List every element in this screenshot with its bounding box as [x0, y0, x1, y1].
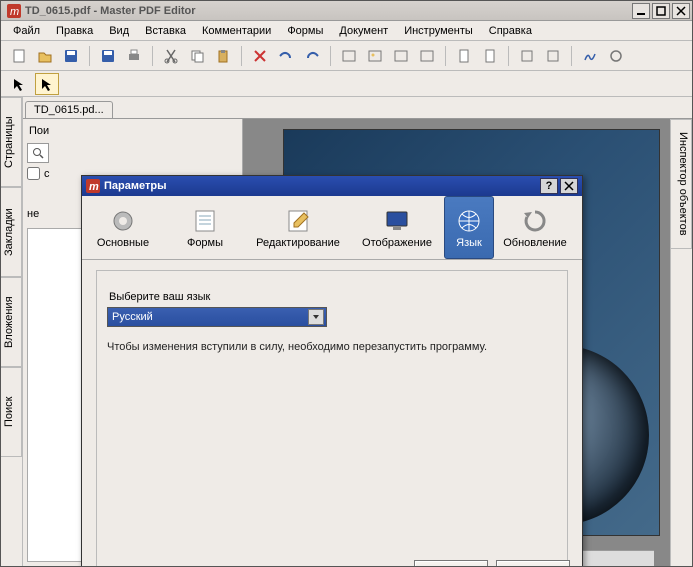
delete-button[interactable]	[248, 44, 272, 68]
tab-language[interactable]: Язык	[444, 196, 494, 259]
tab-forms-label: Формы	[187, 237, 223, 249]
toolbar-separator	[330, 46, 331, 66]
app-icon: m	[7, 4, 21, 18]
save-button[interactable]	[59, 44, 83, 68]
page-button[interactable]	[452, 44, 476, 68]
toolbar-separator	[241, 46, 242, 66]
close-button[interactable]	[672, 3, 690, 19]
language-restart-note: Чтобы изменения вступили в силу, необход…	[107, 341, 557, 353]
form-icon	[189, 207, 221, 235]
paste-button[interactable]	[211, 44, 235, 68]
maximize-button[interactable]	[652, 3, 670, 19]
window-title: TD_0615.pdf - Master PDF Editor	[25, 5, 196, 17]
insert-image-button[interactable]	[363, 44, 387, 68]
side-tab-attachments[interactable]: Вложения	[1, 277, 22, 367]
body-area: Страницы Закладки Вложения Поиск TD_0615…	[1, 97, 692, 566]
tab-general-label: Основные	[97, 237, 149, 249]
menu-file[interactable]: Файл	[5, 23, 48, 39]
signature-button[interactable]	[578, 44, 602, 68]
insert-link-button[interactable]	[389, 44, 413, 68]
language-select[interactable]: Русский	[107, 307, 327, 327]
new-doc-button[interactable]	[7, 44, 31, 68]
chevron-down-icon	[308, 309, 324, 325]
settings-dialog: m Параметры ? Основные Формы Редак	[81, 175, 583, 566]
edit-pointer-tool[interactable]	[35, 73, 59, 95]
side-tab-pages[interactable]: Страницы	[1, 97, 22, 187]
dialog-help-button[interactable]: ?	[540, 178, 558, 194]
toolbar-separator	[152, 46, 153, 66]
side-tab-inspector[interactable]: Инспектор объектов	[671, 119, 692, 249]
side-tab-bookmarks[interactable]: Закладки	[1, 187, 22, 277]
menu-comments[interactable]: Комментарии	[194, 23, 279, 39]
toolbar-separator	[445, 46, 446, 66]
minimize-button[interactable]	[632, 3, 650, 19]
menu-document[interactable]: Документ	[331, 23, 396, 39]
ok-button[interactable]: OK	[414, 560, 488, 566]
dialog-titlebar: m Параметры ?	[82, 176, 582, 196]
tab-forms[interactable]: Формы	[164, 196, 246, 259]
titlebar: m TD_0615.pdf - Master PDF Editor	[1, 1, 692, 21]
tab-edit-label: Редактирование	[256, 237, 340, 249]
menu-insert[interactable]: Вставка	[137, 23, 194, 39]
menu-help[interactable]: Справка	[481, 23, 540, 39]
copy-button[interactable]	[185, 44, 209, 68]
svg-text:m: m	[10, 6, 19, 18]
pointer-tool[interactable]	[7, 73, 31, 95]
insert-text-button[interactable]	[337, 44, 361, 68]
language-select-value: Русский	[112, 311, 153, 323]
menu-forms[interactable]: Формы	[279, 23, 331, 39]
side-panel-checkbox[interactable]	[27, 167, 40, 180]
dialog-buttons: OK Cancel	[414, 560, 570, 566]
open-button[interactable]	[33, 44, 57, 68]
dialog-body: Выберите ваш язык Русский Чтобы изменени…	[82, 260, 582, 566]
search-icon-box[interactable]	[27, 143, 49, 163]
language-label: Выберите ваш язык	[109, 291, 557, 303]
language-fieldset: Выберите ваш язык Русский Чтобы изменени…	[96, 270, 568, 566]
dialog-close-button[interactable]	[560, 178, 578, 194]
document-tabs: TD_0615.pd...	[23, 97, 692, 119]
save-as-button[interactable]	[96, 44, 120, 68]
main-toolbar	[1, 41, 692, 71]
tab-update[interactable]: Обновление	[494, 196, 576, 259]
menu-edit[interactable]: Правка	[48, 23, 101, 39]
side-panel-title: Пои	[27, 123, 238, 139]
toolbar-separator	[89, 46, 90, 66]
globe-icon	[453, 207, 485, 235]
menu-tools[interactable]: Инструменты	[396, 23, 481, 39]
tab-display-label: Отображение	[362, 237, 432, 249]
select-tool-button[interactable]	[541, 44, 565, 68]
dialog-app-icon: m	[86, 179, 100, 193]
selector-toolbar	[1, 71, 692, 97]
toolbar-separator	[508, 46, 509, 66]
tab-update-label: Обновление	[503, 237, 567, 249]
right-side-tabs: Инспектор объектов	[670, 119, 692, 566]
gear-icon	[107, 207, 139, 235]
redo-button[interactable]	[300, 44, 324, 68]
svg-text:m: m	[89, 181, 99, 193]
undo-button[interactable]	[274, 44, 298, 68]
toolbar-separator	[571, 46, 572, 66]
menubar: Файл Правка Вид Вставка Комментарии Форм…	[1, 21, 692, 41]
tab-general[interactable]: Основные	[82, 196, 164, 259]
menu-view[interactable]: Вид	[101, 23, 137, 39]
hand-tool-button[interactable]	[515, 44, 539, 68]
monitor-icon	[381, 207, 413, 235]
stamp-button[interactable]	[604, 44, 628, 68]
tab-display[interactable]: Отображение	[350, 196, 444, 259]
page-next-button[interactable]	[478, 44, 502, 68]
left-side-tabs: Страницы Закладки Вложения Поиск	[1, 97, 23, 566]
print-button[interactable]	[122, 44, 146, 68]
tab-edit[interactable]: Редактирование	[246, 196, 350, 259]
side-panel-checkbox-label: с	[44, 168, 50, 180]
side-tab-search[interactable]: Поиск	[1, 367, 22, 457]
cut-button[interactable]	[159, 44, 183, 68]
refresh-icon	[519, 207, 551, 235]
insert-attachment-button[interactable]	[415, 44, 439, 68]
dialog-title: Параметры	[104, 180, 166, 192]
cancel-button[interactable]: Cancel	[496, 560, 570, 566]
tab-language-label: Язык	[456, 237, 482, 249]
dialog-tabs: Основные Формы Редактирование Отображени…	[82, 196, 582, 260]
edit-icon	[282, 207, 314, 235]
document-tab[interactable]: TD_0615.pd...	[25, 101, 113, 118]
